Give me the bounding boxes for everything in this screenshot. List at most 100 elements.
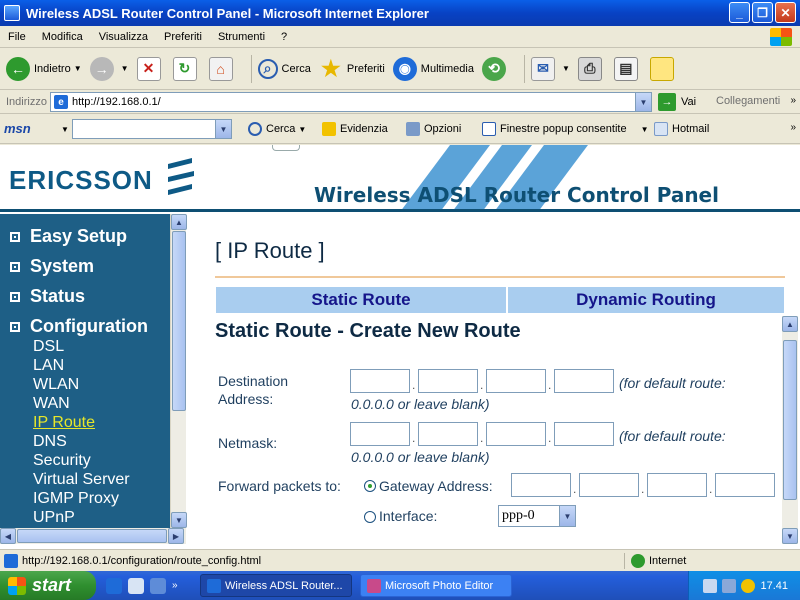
interface-radio[interactable] <box>364 511 376 523</box>
close-button[interactable]: ✕ <box>775 2 796 23</box>
mask-octet-3[interactable] <box>486 422 546 446</box>
history-icon[interactable]: ⟲ <box>481 56 506 81</box>
refresh-icon[interactable]: ↻ <box>172 56 197 81</box>
form-scrollbar[interactable]: ▲ ▼ <box>782 316 798 544</box>
menu-modifica[interactable]: Modifica <box>34 31 91 43</box>
mask-octet-1[interactable] <box>350 422 410 446</box>
favorites-button[interactable]: ★ Preferiti <box>319 56 385 81</box>
connection-tray-icon[interactable] <box>722 578 737 593</box>
scroll-down-icon[interactable]: ▼ <box>171 512 187 528</box>
gateway-radio[interactable] <box>364 480 376 492</box>
task-photo-editor[interactable]: Microsoft Photo Editor <box>360 574 512 597</box>
highlight-button[interactable]: Evidenzia <box>322 122 388 136</box>
gateway-octet-1[interactable] <box>511 473 571 497</box>
scroll-right-icon[interactable]: ▶ <box>168 528 184 544</box>
nav-scroll-thumb[interactable] <box>172 231 186 411</box>
links-chevron-icon[interactable]: » <box>790 95 796 106</box>
menu-file[interactable]: File <box>0 31 34 43</box>
home-icon[interactable]: ⌂ <box>208 56 233 81</box>
menu-preferiti[interactable]: Preferiti <box>156 31 210 43</box>
nav-item-ip-route[interactable]: IP Route <box>33 414 95 432</box>
stop-icon[interactable]: ✕ <box>136 56 161 81</box>
dest-octet-1[interactable] <box>350 369 410 393</box>
menu-visualizza[interactable]: Visualizza <box>91 31 156 43</box>
dest-octet-4[interactable] <box>554 369 614 393</box>
back-button[interactable]: ← Indietro ▼ <box>6 56 82 81</box>
mask-octet-2[interactable] <box>418 422 478 446</box>
address-dropdown-icon[interactable]: ▼ <box>635 93 651 111</box>
window-titlebar[interactable]: Wireless ADSL Router Control Panel - Mic… <box>0 0 800 26</box>
nav-status[interactable]: Status <box>10 286 85 307</box>
media-button[interactable]: ◉ Multimedia <box>392 56 474 81</box>
forward-label: Forward packets to: <box>218 478 341 494</box>
nav-item-lan[interactable]: LAN <box>33 357 64 375</box>
gateway-octet-2[interactable] <box>579 473 639 497</box>
msn-search-dropdown-icon[interactable]: ▼ <box>215 120 231 138</box>
options-button[interactable]: Opzioni <box>406 122 461 136</box>
msn-dropdown-icon[interactable]: ▼ <box>61 125 69 134</box>
popups-dropdown-icon[interactable]: ▼ <box>641 125 649 134</box>
nav-item-wan[interactable]: WAN <box>33 395 70 413</box>
minimize-button[interactable]: _ <box>729 2 750 23</box>
messenger-quicklaunch-icon[interactable] <box>150 577 166 594</box>
msn-chevron-icon[interactable]: » <box>790 122 796 133</box>
menu-strumenti[interactable]: Strumenti <box>210 31 273 43</box>
form-scroll-thumb[interactable] <box>783 340 797 500</box>
msn-search-button[interactable]: Cerca ▼ <box>248 122 306 136</box>
nav-hscrollbar[interactable]: ◀ ▶ <box>0 528 186 544</box>
mail-dropdown-icon[interactable]: ▼ <box>562 64 570 73</box>
scroll-up-icon[interactable]: ▲ <box>171 214 187 230</box>
status-bar: http://192.168.0.1/configuration/route_c… <box>0 549 800 571</box>
menu-help[interactable]: ? <box>273 31 295 43</box>
nav-item-dsl[interactable]: DSL <box>33 338 64 356</box>
nav-scrollbar[interactable]: ▲ ▼ <box>170 214 187 528</box>
address-url[interactable]: http://192.168.0.1/ <box>72 96 161 108</box>
edit-icon[interactable]: ▤ <box>613 56 638 81</box>
nav-system[interactable]: System <box>10 256 94 277</box>
messenger-note-icon[interactable] <box>649 56 674 81</box>
search-button[interactable]: ⌕ Cerca <box>257 58 311 79</box>
nav-item-virtual-server[interactable]: Virtual Server <box>33 471 130 489</box>
messenger-tray-icon[interactable] <box>741 578 756 593</box>
tab-static-route[interactable]: Static Route <box>215 286 507 314</box>
ie-quicklaunch-icon[interactable] <box>106 577 122 594</box>
dest-octet-3[interactable] <box>486 369 546 393</box>
nav-easy-setup[interactable]: Easy Setup <box>10 226 127 247</box>
network-tray-icon[interactable] <box>703 578 718 593</box>
nav-item-igmp-proxy[interactable]: IGMP Proxy <box>33 490 119 508</box>
dest-octet-2[interactable] <box>418 369 478 393</box>
outlook-quicklaunch-icon[interactable] <box>128 577 144 594</box>
nav-configuration[interactable]: Configuration <box>10 316 148 337</box>
tab-dynamic-routing[interactable]: Dynamic Routing <box>507 286 785 314</box>
popups-button[interactable]: Finestre popup consentite ▼ <box>482 122 649 136</box>
address-input[interactable]: e http://192.168.0.1/ ▼ <box>50 92 652 112</box>
forward-button[interactable]: → ▼ <box>89 56 129 81</box>
mail-icon[interactable]: ✉ <box>530 56 555 81</box>
start-button[interactable]: start <box>0 571 96 600</box>
msn-search-input[interactable]: ▼ <box>72 119 232 139</box>
mask-octet-4[interactable] <box>554 422 614 446</box>
form-scroll-up-icon[interactable]: ▲ <box>782 316 798 332</box>
interface-dropdown-icon[interactable]: ▼ <box>559 506 575 526</box>
nav-item-upnp[interactable]: UPnP <box>33 509 75 527</box>
msn-search-caret-icon[interactable]: ▼ <box>298 125 306 134</box>
nav-item-dns[interactable]: DNS <box>33 433 67 451</box>
interface-select[interactable]: ppp-0 ▼ <box>498 505 576 527</box>
nav-item-wlan[interactable]: WLAN <box>33 376 79 394</box>
quicklaunch-chevron-icon[interactable]: » <box>172 580 178 591</box>
go-button[interactable]: → Vai <box>658 93 696 111</box>
task-ie-window[interactable]: Wireless ADSL Router... <box>200 574 352 597</box>
gateway-octet-3[interactable] <box>647 473 707 497</box>
links-label[interactable]: Collegamenti <box>716 95 780 107</box>
hotmail-button[interactable]: Hotmail <box>654 122 709 136</box>
gateway-octet-4[interactable] <box>715 473 775 497</box>
scroll-left-icon[interactable]: ◀ <box>0 528 16 544</box>
print-icon[interactable]: ⎙ <box>577 56 602 81</box>
forward-dropdown-icon[interactable]: ▼ <box>121 64 129 73</box>
msn-logo[interactable]: msn <box>4 121 31 136</box>
nav-item-security[interactable]: Security <box>33 452 91 470</box>
form-scroll-down-icon[interactable]: ▼ <box>782 528 798 544</box>
back-dropdown-icon[interactable]: ▼ <box>74 64 82 73</box>
nav-hscroll-thumb[interactable] <box>17 529 167 543</box>
maximize-button[interactable]: ❐ <box>752 2 773 23</box>
